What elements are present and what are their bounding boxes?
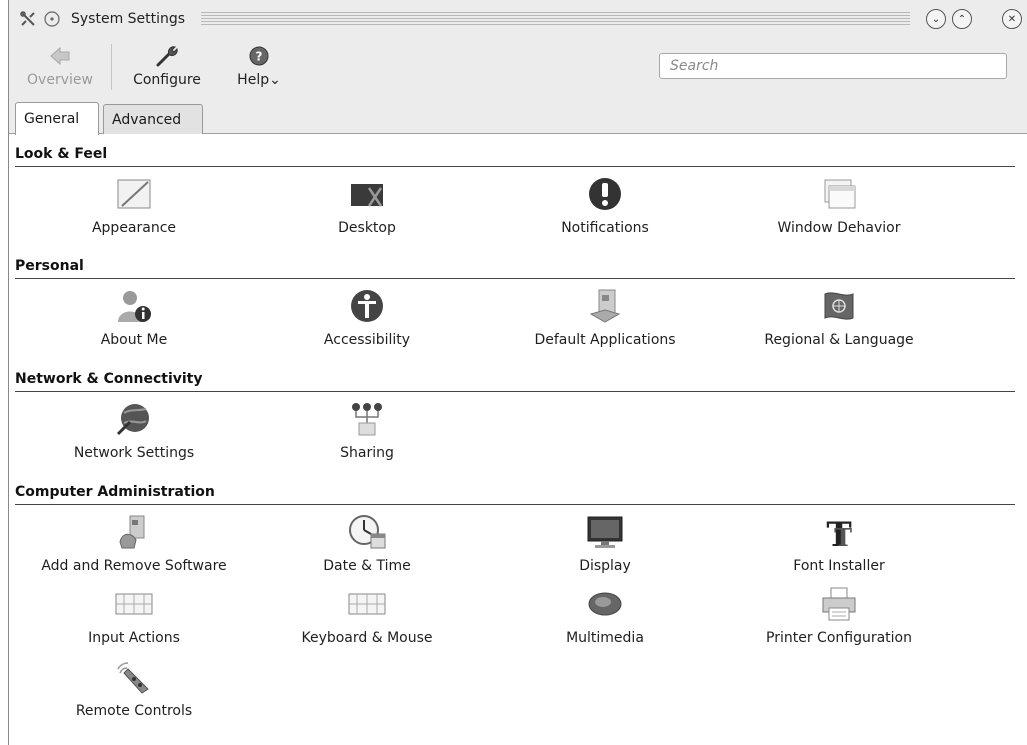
section-divider bbox=[15, 504, 1015, 505]
module-label: Accessibility bbox=[323, 332, 411, 348]
add-remove-software-icon bbox=[112, 512, 156, 552]
module-desktop[interactable]: Desktop bbox=[247, 174, 487, 236]
about-me-icon bbox=[112, 286, 156, 326]
module-window-behavior[interactable]: Window Dehavior bbox=[719, 174, 959, 236]
section-divider bbox=[15, 278, 1015, 279]
module-label: Input Actions bbox=[88, 630, 180, 646]
module-remote-controls[interactable]: Remote Controls bbox=[14, 657, 254, 719]
regional-language-icon bbox=[817, 286, 861, 326]
maximize-button[interactable]: ⌃ bbox=[952, 9, 972, 29]
module-label: Date & Time bbox=[323, 558, 411, 574]
configure-button[interactable]: Configure bbox=[121, 42, 213, 88]
module-input-actions[interactable]: Input Actions bbox=[14, 584, 254, 646]
date-time-icon bbox=[345, 512, 389, 552]
svg-text:?: ? bbox=[256, 50, 263, 64]
module-label: Multimedia bbox=[566, 630, 644, 646]
module-label: Font Installer bbox=[793, 558, 885, 574]
module-label: Sharing bbox=[340, 445, 394, 461]
tools-icon[interactable] bbox=[17, 8, 39, 30]
accessibility-icon bbox=[345, 286, 389, 326]
search-input[interactable] bbox=[659, 53, 1007, 79]
module-label: Network Settings bbox=[73, 445, 195, 461]
module-label: About Me bbox=[100, 332, 168, 348]
section-divider bbox=[15, 166, 1015, 167]
module-regional-language[interactable]: Regional & Language bbox=[719, 286, 959, 348]
section-title: Network & Connectivity bbox=[15, 371, 203, 387]
notifications-icon bbox=[583, 174, 627, 214]
chevron-up-icon: ⌃ bbox=[957, 13, 967, 25]
toolbar: Overview Configure ? Help⌄ bbox=[9, 38, 1027, 96]
module-label: Default Applications bbox=[534, 332, 676, 348]
module-sharing[interactable]: Sharing bbox=[247, 399, 487, 461]
overview-label: Overview bbox=[27, 72, 93, 88]
module-notifications[interactable]: Notifications bbox=[485, 174, 725, 236]
system-settings-window: System Settings ⌄ ⌃ ✕ Overview Configure… bbox=[8, 0, 1027, 745]
help-button[interactable]: ? Help⌄ bbox=[229, 42, 289, 88]
module-accessibility[interactable]: Accessibility bbox=[247, 286, 487, 348]
window-behavior-icon bbox=[817, 174, 861, 214]
module-appearance[interactable]: Appearance bbox=[14, 174, 254, 236]
chevron-down-icon: ⌄ bbox=[931, 13, 941, 25]
desktop-icon bbox=[345, 174, 389, 214]
module-keyboard-mouse[interactable]: Keyboard & Mouse bbox=[247, 584, 487, 646]
wrench-icon bbox=[154, 42, 180, 70]
configure-label: Configure bbox=[133, 72, 201, 88]
tab-advanced-label: Advanced bbox=[112, 111, 182, 128]
module-label: Window Dehavior bbox=[777, 220, 901, 236]
window-title: System Settings bbox=[71, 11, 186, 27]
display-icon bbox=[583, 512, 627, 552]
close-icon: ✕ bbox=[1007, 13, 1017, 25]
module-add-remove-software[interactable]: Add and Remove Software bbox=[14, 512, 254, 574]
keyboard-mouse-icon bbox=[345, 584, 389, 624]
section-title: Computer Administration bbox=[15, 484, 215, 500]
module-printer-configuration[interactable]: Printer Configuration bbox=[719, 584, 959, 646]
module-network-settings[interactable]: Network Settings bbox=[14, 399, 254, 461]
settings-content: Look & Feel Appearance Desktop Notificat… bbox=[9, 134, 1027, 745]
toolbar-separator bbox=[111, 44, 112, 90]
module-date-time[interactable]: Date & Time bbox=[247, 512, 487, 574]
sharing-icon bbox=[345, 399, 389, 439]
tab-general-label: General bbox=[24, 111, 80, 127]
module-display[interactable]: Display bbox=[485, 512, 725, 574]
module-default-applications[interactable]: Default Applications bbox=[485, 286, 725, 348]
help-label: Help⌄ bbox=[237, 72, 281, 88]
section-title: Personal bbox=[15, 258, 84, 274]
appearance-icon bbox=[112, 174, 156, 214]
module-multimedia[interactable]: Multimedia bbox=[485, 584, 725, 646]
font-installer-icon: TT bbox=[817, 512, 861, 552]
printer-configuration-icon bbox=[817, 584, 861, 624]
help-icon: ? bbox=[248, 42, 270, 70]
svg-text:T: T bbox=[834, 523, 852, 550]
close-button[interactable]: ✕ bbox=[1002, 9, 1022, 29]
back-arrow-icon bbox=[49, 42, 71, 70]
module-label: Appearance bbox=[91, 220, 177, 236]
default-applications-icon bbox=[583, 286, 627, 326]
module-label: Desktop bbox=[338, 220, 396, 236]
module-about-me[interactable]: About Me bbox=[14, 286, 254, 348]
module-label: Remote Controls bbox=[75, 703, 193, 719]
tab-advanced[interactable]: Advanced bbox=[103, 104, 203, 134]
module-label: Regional & Language bbox=[764, 332, 914, 348]
module-label: Keyboard & Mouse bbox=[301, 630, 433, 646]
overview-button[interactable]: Overview bbox=[19, 42, 101, 88]
remote-controls-icon bbox=[112, 657, 156, 697]
section-divider bbox=[15, 391, 1015, 392]
tab-bar: General Advanced bbox=[9, 96, 1027, 135]
minimize-button[interactable]: ⌄ bbox=[926, 9, 946, 29]
title-bar-grip[interactable] bbox=[201, 12, 910, 26]
title-bar[interactable]: System Settings ⌄ ⌃ ✕ bbox=[9, 0, 1027, 38]
input-actions-icon bbox=[112, 584, 156, 624]
tab-general[interactable]: General bbox=[15, 102, 99, 135]
module-label: Notifications bbox=[561, 220, 649, 236]
section-title: Look & Feel bbox=[15, 146, 108, 162]
module-label: Add and Remove Software bbox=[41, 558, 227, 574]
module-font-installer[interactable]: TT Font Installer bbox=[719, 512, 959, 574]
network-settings-icon bbox=[112, 399, 156, 439]
pin-icon[interactable] bbox=[41, 8, 63, 30]
module-label: Display bbox=[579, 558, 631, 574]
module-label: Printer Configuration bbox=[766, 630, 912, 646]
multimedia-icon bbox=[583, 584, 627, 624]
